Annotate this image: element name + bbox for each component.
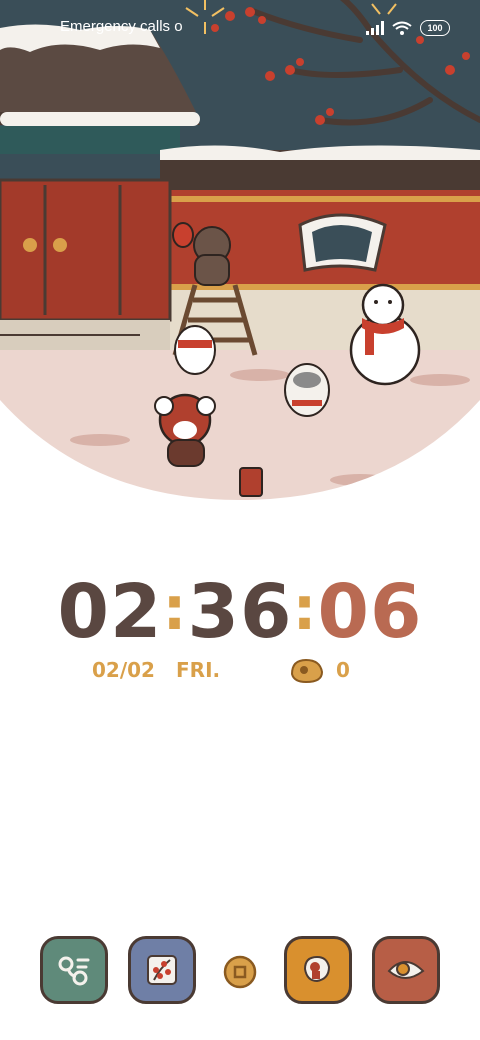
- firecracker: [239, 467, 263, 497]
- clock-separator: :: [292, 574, 318, 644]
- date-text: 02/02: [92, 658, 155, 682]
- raccoon-cat: [284, 363, 330, 417]
- white-bunny: [174, 325, 216, 375]
- weekday-text: FRI.: [176, 658, 221, 682]
- app-dock: [0, 936, 480, 1008]
- brown-bear: [193, 226, 231, 286]
- eye-icon: [387, 961, 425, 979]
- status-icons: 100: [366, 18, 450, 38]
- clock-hours: 02: [57, 569, 163, 655]
- camera-app-button[interactable]: [372, 936, 440, 1004]
- date-row: 02/02 FRI. 0: [92, 656, 388, 686]
- carrier-status-text: Emergency calls only: [60, 18, 182, 35]
- clock-seconds: 06: [317, 569, 423, 655]
- winter-courtyard-scene: [0, 0, 480, 500]
- phone-icon: [58, 956, 90, 986]
- lock-clock: 02:36:06: [0, 572, 480, 657]
- clock-separator: :: [162, 574, 188, 644]
- status-bar: Emergency calls only 100: [0, 0, 480, 56]
- gallery-app-button[interactable]: [128, 936, 196, 1004]
- shopping-bag-icon: [303, 955, 331, 983]
- coin-count: 0: [336, 658, 350, 682]
- wallpaper-illustration: [0, 0, 480, 500]
- battery-icon: 100: [420, 20, 450, 36]
- wifi-icon: [392, 21, 412, 35]
- phone-app-button[interactable]: [40, 936, 108, 1004]
- clock-minutes: 36: [187, 569, 293, 655]
- coin-icon[interactable]: [222, 954, 258, 990]
- signal-icon: [366, 21, 384, 35]
- gallery-icon: [147, 955, 177, 985]
- store-app-button[interactable]: [284, 936, 352, 1004]
- coin-pouch-icon: [290, 658, 324, 684]
